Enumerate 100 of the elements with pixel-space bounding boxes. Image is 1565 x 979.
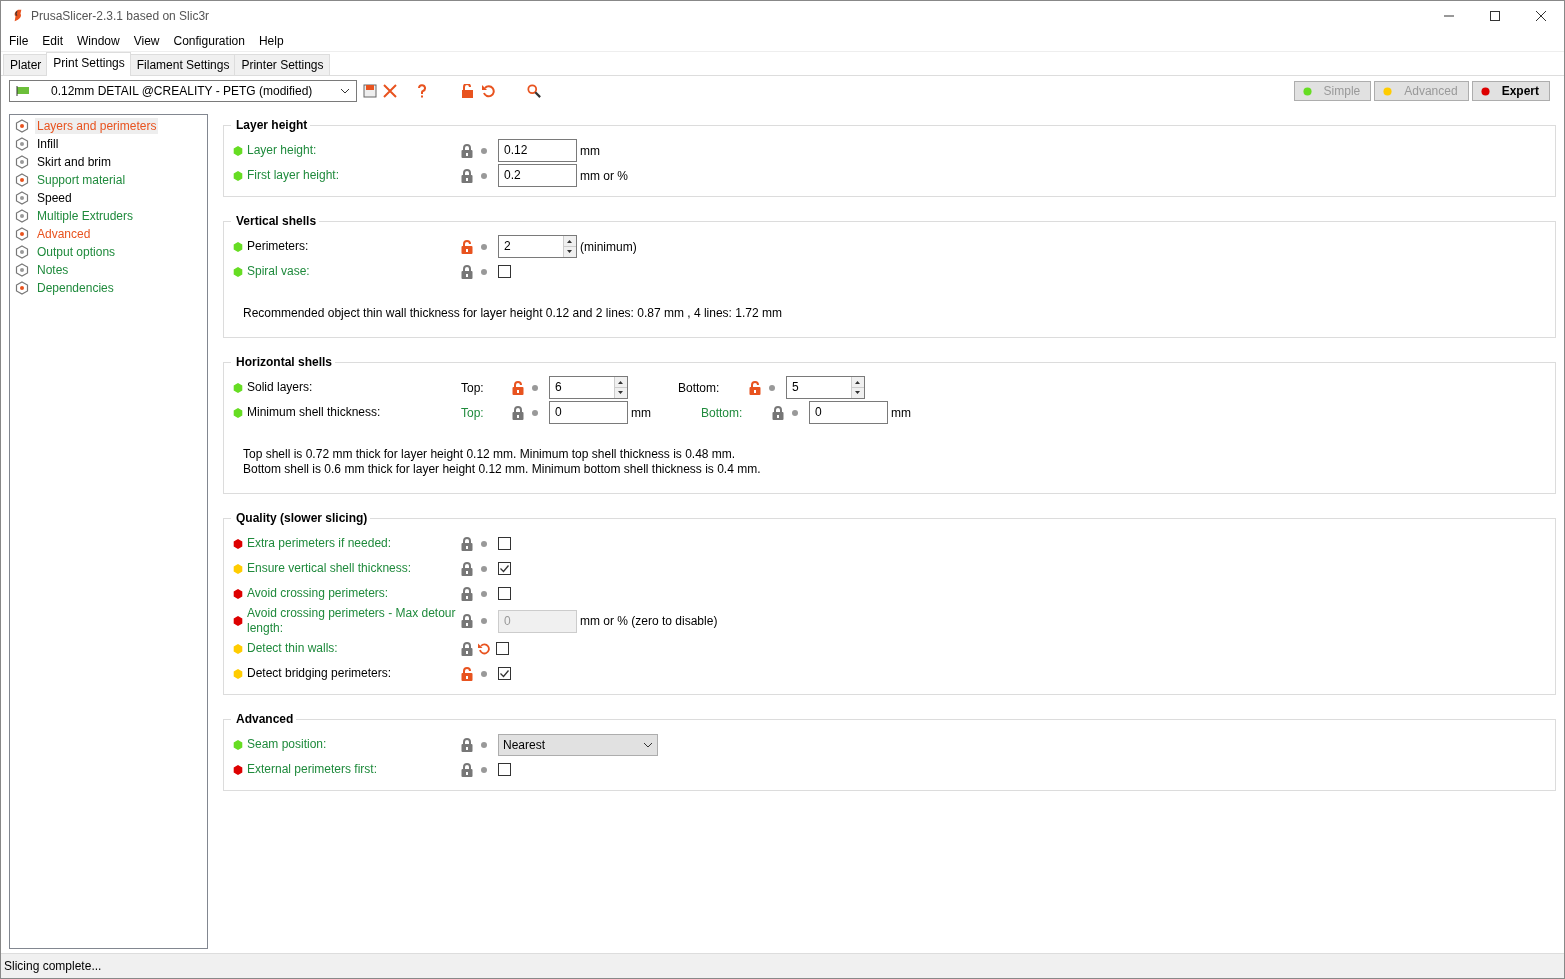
tab[interactable]: Filament Settings xyxy=(129,54,236,75)
group-title: Quality (slower slicing) xyxy=(235,511,369,525)
lock-icon[interactable] xyxy=(461,641,473,656)
dot-icon xyxy=(532,384,538,391)
category-icon xyxy=(15,191,29,205)
category-icon xyxy=(15,173,29,187)
lock-icon[interactable] xyxy=(461,586,473,601)
category-icon xyxy=(15,227,29,241)
save-icon[interactable] xyxy=(363,84,377,98)
help-icon[interactable] xyxy=(415,84,429,98)
maximize-icon[interactable] xyxy=(1490,10,1500,21)
checkbox[interactable] xyxy=(498,537,511,550)
unlock-icon[interactable] xyxy=(461,239,473,254)
unit-label: (minimum) xyxy=(580,239,637,254)
option-label: Detect thin walls: xyxy=(247,641,339,656)
unit-label: mm xyxy=(580,143,600,158)
unlock-icon[interactable] xyxy=(512,380,524,395)
checkbox[interactable] xyxy=(496,642,509,655)
chevron-icon xyxy=(643,741,653,748)
menu-item[interactable]: View xyxy=(132,33,167,48)
option-label: Spiral vase: xyxy=(247,264,311,279)
input-field[interactable]: 0.12 xyxy=(498,139,577,162)
spin-arrows-icon[interactable] xyxy=(851,377,864,398)
tab[interactable]: Print Settings xyxy=(46,52,131,76)
unlock-icon[interactable] xyxy=(461,84,475,98)
info-text: Recommended object thin wall thickness for layer height 0.12 and 2 lines: 0.87 mm , 4 lines: 1.72 mm xyxy=(243,306,783,321)
option-label: Ensure vertical shell thickness: xyxy=(247,561,413,576)
tab[interactable]: Plater xyxy=(3,54,48,75)
spin-field[interactable]: 5 xyxy=(786,376,865,399)
menu-item[interactable]: File xyxy=(8,33,36,48)
category-item[interactable]: Infill xyxy=(35,136,61,152)
category-item[interactable]: Skirt and brim xyxy=(35,154,114,170)
category-item[interactable]: Dependencies xyxy=(35,280,116,296)
unlock-icon[interactable] xyxy=(461,666,473,681)
lock-icon[interactable] xyxy=(512,405,524,420)
category-item[interactable]: Advanced xyxy=(35,226,93,242)
menu-item[interactable]: Edit xyxy=(41,33,71,48)
lock-icon[interactable] xyxy=(461,143,473,158)
menu-item[interactable]: Window xyxy=(76,33,127,48)
sub-label: Bottom: xyxy=(678,380,721,395)
category-item[interactable]: Multiple Extruders xyxy=(35,208,136,224)
checkbox[interactable] xyxy=(498,562,511,575)
search-icon[interactable] xyxy=(527,84,541,98)
unlock-icon[interactable] xyxy=(749,380,761,395)
lock-icon[interactable] xyxy=(461,561,473,576)
undo-icon[interactable] xyxy=(478,642,490,655)
preset-dropdown[interactable]: 0.12mm DETAIL @CREALITY - PETG (modified) xyxy=(9,80,357,102)
category-item[interactable]: Speed xyxy=(35,190,74,206)
spin-arrows-icon[interactable] xyxy=(563,236,576,257)
sub-label: Bottom: xyxy=(701,405,744,420)
status-text: Slicing complete... xyxy=(4,959,102,973)
checkbox[interactable] xyxy=(498,265,511,278)
spin-field[interactable]: 2 xyxy=(498,235,577,258)
option-label: Detect bridging perimeters: xyxy=(247,666,393,681)
category-icon xyxy=(15,245,29,259)
delete-icon[interactable] xyxy=(383,84,397,98)
category-icon xyxy=(15,281,29,295)
lock-icon[interactable] xyxy=(461,168,473,183)
input-field[interactable]: 0.2 xyxy=(498,164,577,187)
group-title: Horizontal shells xyxy=(235,355,334,369)
lock-icon[interactable] xyxy=(772,405,784,420)
category-item[interactable]: Notes xyxy=(35,262,71,278)
input-field[interactable]: 0 xyxy=(549,401,628,424)
spin-arrows-icon[interactable] xyxy=(614,377,627,398)
info-text: Top shell is 0.72 mm thick for layer height 0.12 mm. Minimum top shell thickness is 0.48 mm. xyxy=(243,447,737,462)
info-text: Bottom shell is 0.6 mm thick for layer height 0.12 mm. Minimum bottom shell thickness is 0.4 mm. xyxy=(243,462,762,477)
category-icon xyxy=(15,119,29,133)
option-label: External perimeters first: xyxy=(247,762,379,777)
close-icon[interactable] xyxy=(1536,10,1546,21)
checkbox[interactable] xyxy=(498,587,511,600)
option-label: Minimum shell thickness: xyxy=(247,405,382,420)
group-title: Layer height xyxy=(235,118,309,132)
dot-icon xyxy=(792,409,798,416)
app-logo-icon xyxy=(13,9,23,22)
option-label: Avoid crossing perimeters - Max detour length: xyxy=(247,606,457,636)
category-icon xyxy=(15,155,29,169)
menu-item[interactable]: Help xyxy=(257,33,291,48)
group-title: Advanced xyxy=(235,712,295,726)
category-item[interactable]: Output options xyxy=(35,244,118,260)
lock-icon[interactable] xyxy=(461,536,473,551)
unit-label: mm xyxy=(631,405,651,420)
category-item[interactable]: Support material xyxy=(35,172,128,188)
seam-dropdown[interactable]: Nearest xyxy=(498,733,658,756)
mode-button[interactable]: Expert xyxy=(1471,81,1550,101)
checkbox[interactable] xyxy=(498,763,511,776)
option-label: First layer height: xyxy=(247,168,341,183)
lock-icon[interactable] xyxy=(461,264,473,279)
menu-item[interactable]: Configuration xyxy=(172,33,252,48)
lock-icon[interactable] xyxy=(461,762,473,777)
checkbox[interactable] xyxy=(498,667,511,680)
spin-field[interactable]: 6 xyxy=(549,376,628,399)
tab[interactable]: Printer Settings xyxy=(234,54,330,75)
input-field[interactable]: 0 xyxy=(809,401,888,424)
window-title: PrusaSlicer-2.3.1 based on Slic3r xyxy=(31,8,210,23)
unit-label: mm or % xyxy=(580,168,628,183)
sub-label: Top: xyxy=(461,405,485,420)
undo-icon[interactable] xyxy=(481,84,495,98)
lock-icon[interactable] xyxy=(461,737,473,752)
sub-label: Top: xyxy=(461,380,485,395)
group-title: Vertical shells xyxy=(235,214,318,228)
